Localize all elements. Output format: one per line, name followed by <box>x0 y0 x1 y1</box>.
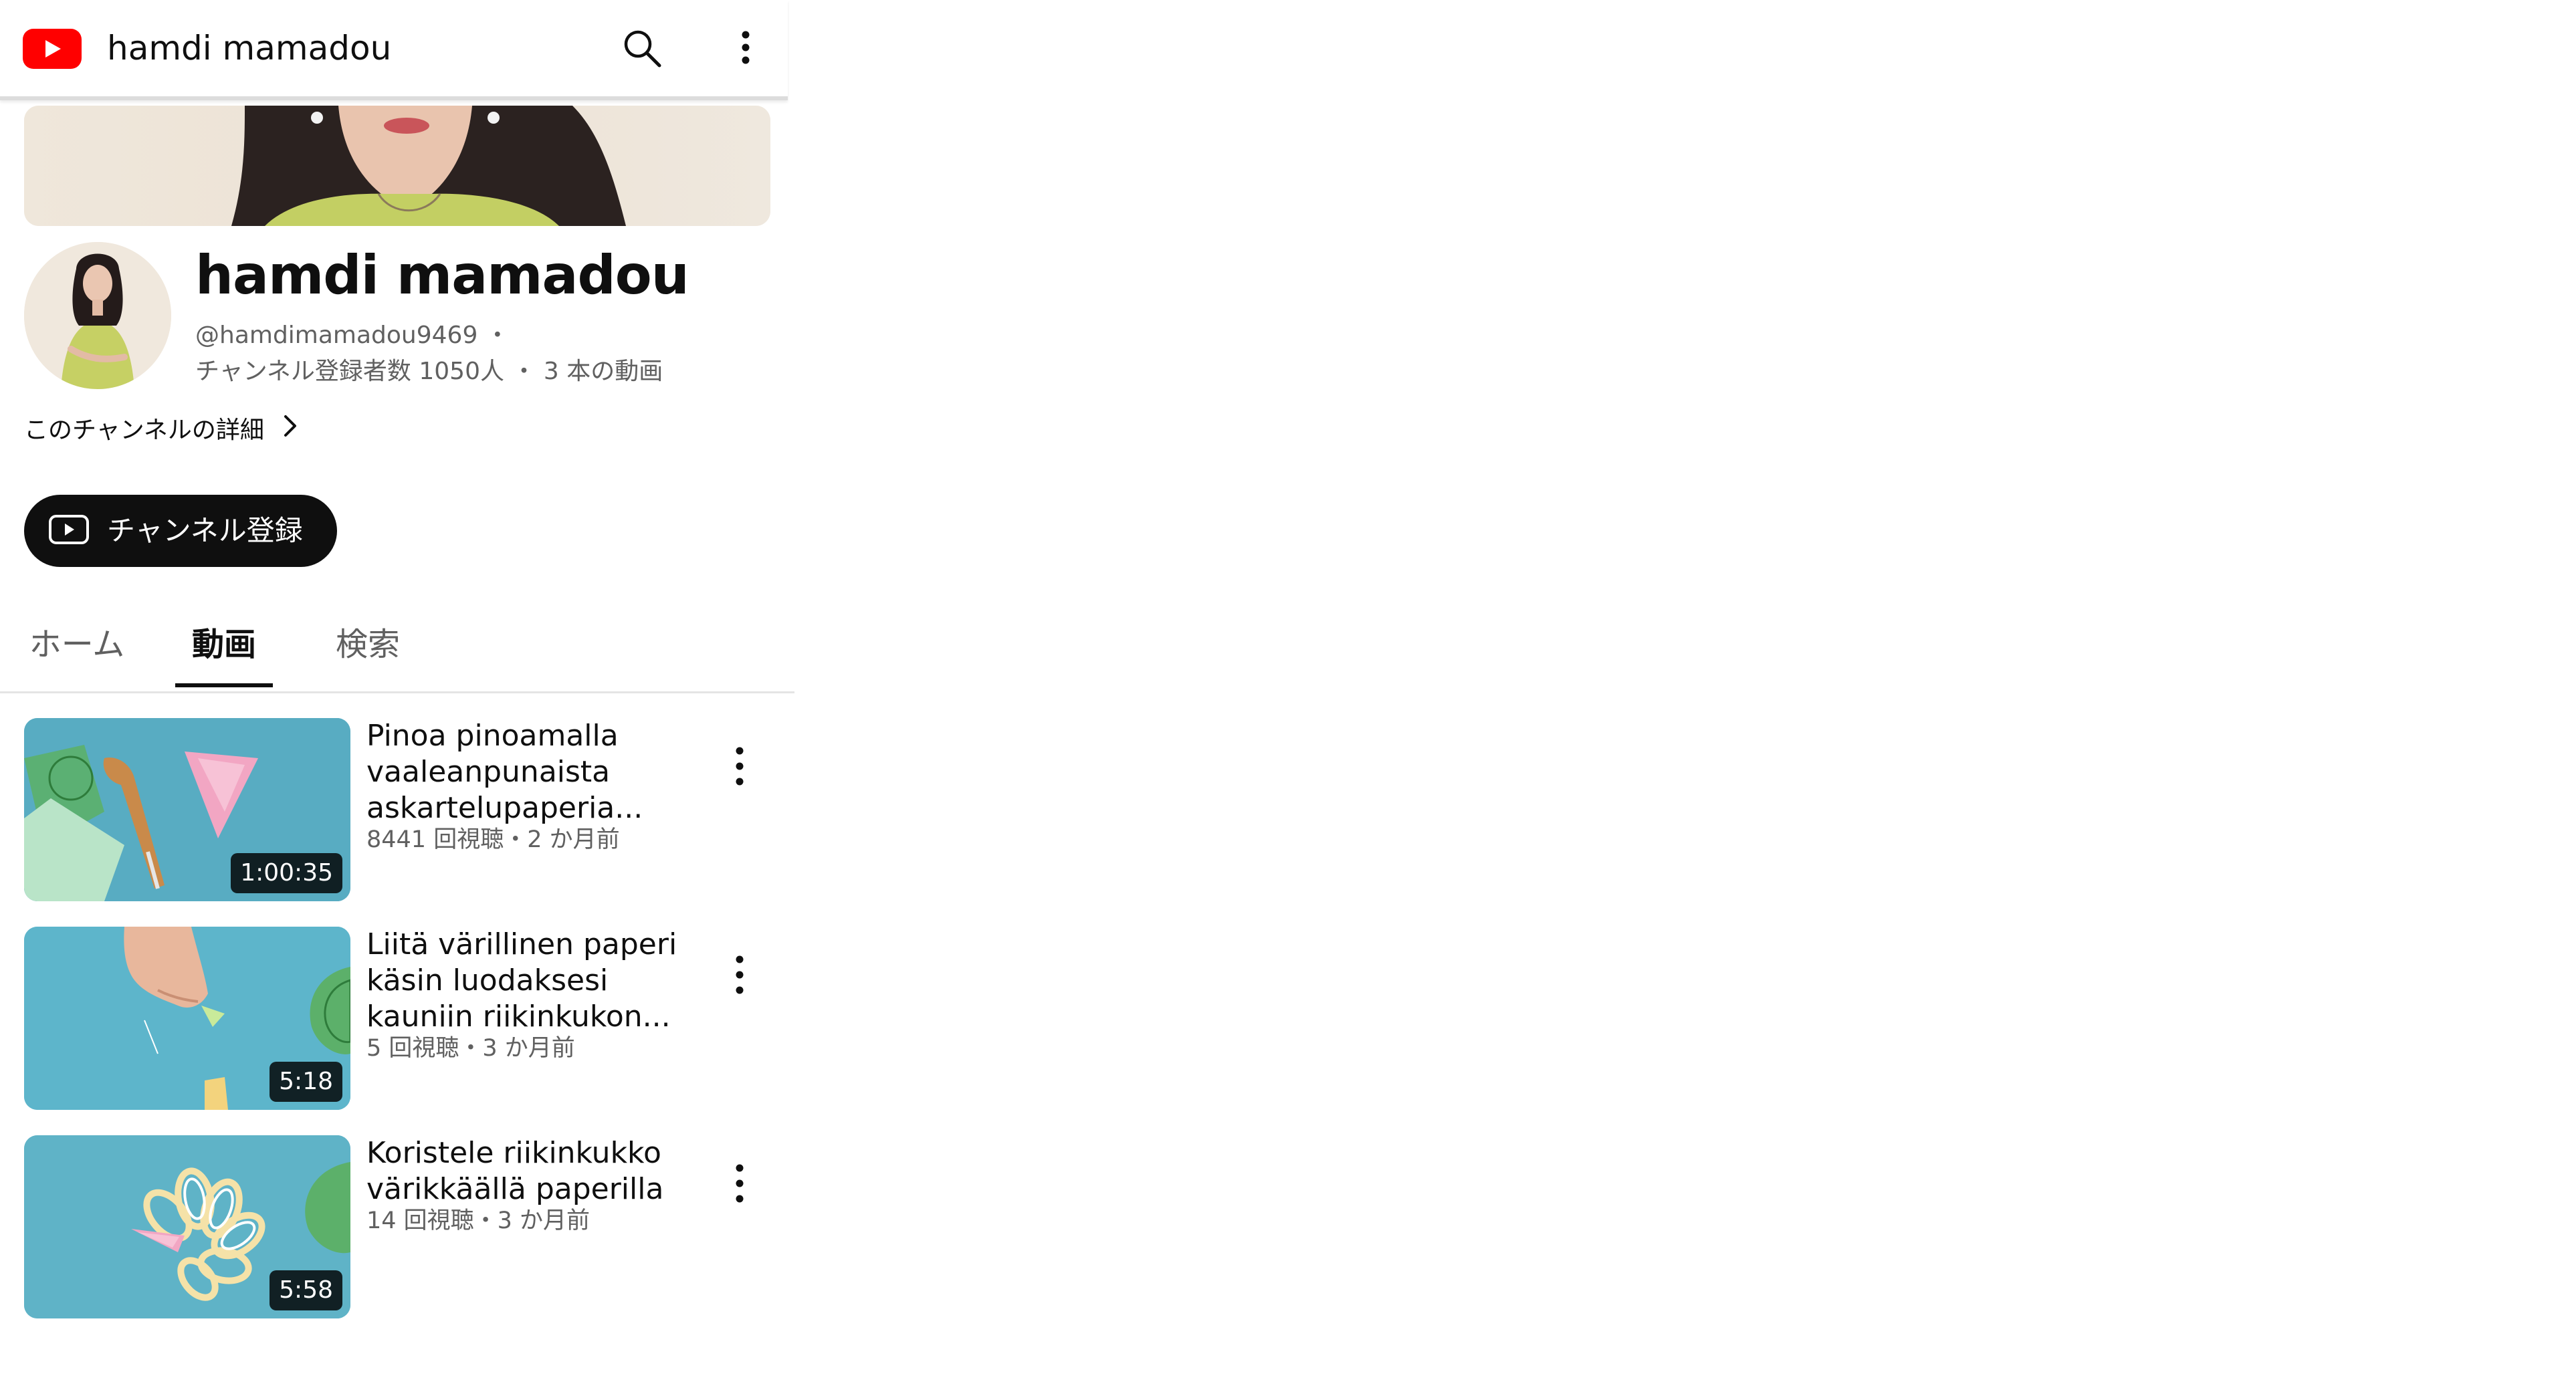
subscribe-button[interactable]: チャンネル登録 <box>24 495 337 567</box>
subscribe-label: チャンネル登録 <box>107 514 303 547</box>
video-thumbnail[interactable]: 1:00:35 <box>24 718 350 901</box>
video-duration: 5:58 <box>270 1270 342 1310</box>
more-vert-icon[interactable] <box>710 742 748 790</box>
handle-separator: ・ <box>485 322 510 349</box>
channel-banner <box>24 106 770 226</box>
video-meta: 14 回視聴・3 か月前 <box>366 1207 591 1234</box>
top-app-bar: hamdi mamadou <box>0 0 788 100</box>
youtube-logo-icon[interactable] <box>23 29 82 69</box>
more-vert-icon[interactable] <box>710 951 748 999</box>
video-thumbnail[interactable]: 5:18 <box>24 927 350 1110</box>
channel-about-link[interactable]: このチャンネルの詳細 <box>24 413 299 448</box>
video-count: 3 本の動画 <box>543 358 663 385</box>
channel-name: hamdi mamadou <box>195 244 689 306</box>
video-duration: 1:00:35 <box>231 853 342 893</box>
video-item[interactable]: 5:58 Koristele riikinkukko värikkäällä p… <box>24 1135 770 1318</box>
channel-handle-line: @hamdimamadou9469 ・ <box>195 320 510 352</box>
subscriber-count: チャンネル登録者数 1050人 <box>195 358 504 385</box>
video-thumbnail[interactable]: 5:58 <box>24 1135 350 1318</box>
video-item[interactable]: 5:18 Liitä värillinen paperi käsin luoda… <box>24 927 770 1110</box>
channel-avatar[interactable] <box>24 242 171 389</box>
tab-search[interactable]: 検索 <box>321 604 415 685</box>
channel-handle: @hamdimamadou9469 <box>195 322 478 349</box>
top-bar-channel-title: hamdi mamadou <box>107 29 392 68</box>
active-tab-indicator <box>175 683 273 687</box>
video-meta: 5 回視聴・3 か月前 <box>366 1035 575 1062</box>
video-item[interactable]: 1:00:35 Pinoa pinoamalla vaaleanpunaista… <box>24 718 770 901</box>
channel-stats: チャンネル登録者数 1050人 ・ 3 本の動画 <box>195 356 663 388</box>
video-title[interactable]: Pinoa pinoamalla vaaleanpunaista askarte… <box>366 718 681 826</box>
channel-about-label: このチャンネルの詳細 <box>24 417 264 444</box>
chevron-right-icon <box>282 411 299 451</box>
video-title[interactable]: Liitä värillinen paperi käsin luodaksesi… <box>366 927 681 1035</box>
more-vert-icon[interactable] <box>710 1159 748 1207</box>
youtube-play-icon <box>48 513 90 548</box>
channel-tabs: ホーム 動画 検索 <box>0 604 794 693</box>
search-icon[interactable] <box>621 27 663 70</box>
more-vert-icon[interactable] <box>722 27 765 70</box>
tab-home[interactable]: ホーム <box>27 604 127 685</box>
video-title[interactable]: Koristele riikinkukko värikkäällä paperi… <box>366 1135 681 1207</box>
tab-videos[interactable]: 動画 <box>175 604 273 685</box>
video-meta: 8441 回視聴・2 か月前 <box>366 826 620 853</box>
video-duration: 5:18 <box>270 1062 342 1102</box>
stats-separator: ・ <box>512 358 536 385</box>
